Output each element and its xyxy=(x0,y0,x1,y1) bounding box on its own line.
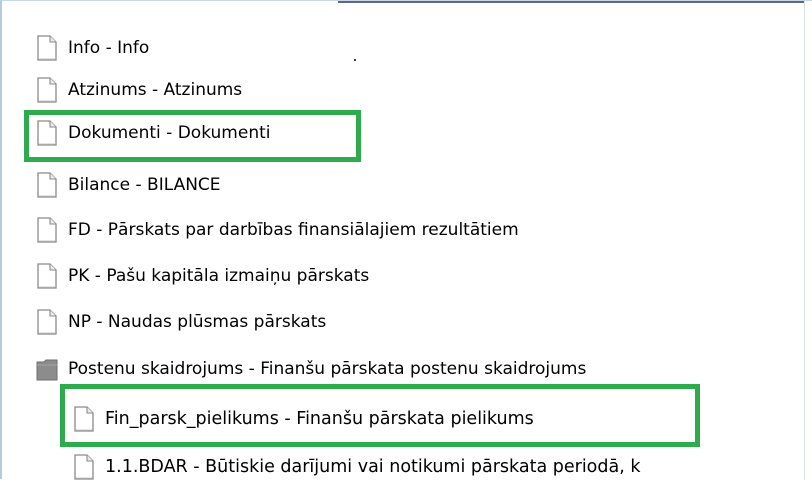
highlight-box-dokumenti xyxy=(24,110,361,162)
tree-item-label: 1.1.BDAR - Būtiskie darījumi vai notikum… xyxy=(105,457,641,477)
document-icon xyxy=(37,309,57,335)
tree-item-pk[interactable]: PK - Pašu kapitāla izmaiņu pārskats xyxy=(36,261,369,291)
tree-panel: Info - Info Atzinums - Atzinums Dokument… xyxy=(0,0,812,482)
tree-item-fd[interactable]: FD - Pārskats par darbības finansiālajie… xyxy=(36,215,519,245)
document-icon xyxy=(74,454,94,480)
tree-item-info[interactable]: Info - Info xyxy=(36,33,149,63)
folder-icon xyxy=(36,359,58,381)
tree-item-label: Bilance - BILANCE xyxy=(68,175,221,195)
tree-item-label: Info - Info xyxy=(68,38,150,58)
tree-item-bilance[interactable]: Bilance - BILANCE xyxy=(36,170,221,200)
document-icon xyxy=(37,172,57,198)
tree-item-bdar[interactable]: 1.1.BDAR - Būtiskie darījumi vai notikum… xyxy=(73,452,640,482)
stray-dot xyxy=(354,59,356,61)
document-icon xyxy=(37,35,57,61)
tree-folder-postenu-skaidrojums[interactable]: Postenu skaidrojums - Finanšu pārskata p… xyxy=(36,354,586,384)
tree-item-label: NP - Naudas plūsmas pārskats xyxy=(68,312,327,332)
tree-item-label: Atzinums - Atzinums xyxy=(68,80,243,100)
tree-item-np[interactable]: NP - Naudas plūsmas pārskats xyxy=(36,307,326,337)
tree-item-label: PK - Pašu kapitāla izmaiņu pārskats xyxy=(68,266,370,286)
document-icon xyxy=(37,217,57,243)
highlight-box-fin-parsk-pielikums xyxy=(60,384,700,447)
scroll-edge xyxy=(804,1,812,480)
document-icon xyxy=(37,263,57,289)
tree-item-label: Postenu skaidrojums - Finanšu pārskata p… xyxy=(68,359,587,379)
document-icon xyxy=(37,77,57,103)
tree-item-label: FD - Pārskats par darbības finansiālajie… xyxy=(68,220,519,240)
tree-item-atzinums[interactable]: Atzinums - Atzinums xyxy=(36,75,242,105)
